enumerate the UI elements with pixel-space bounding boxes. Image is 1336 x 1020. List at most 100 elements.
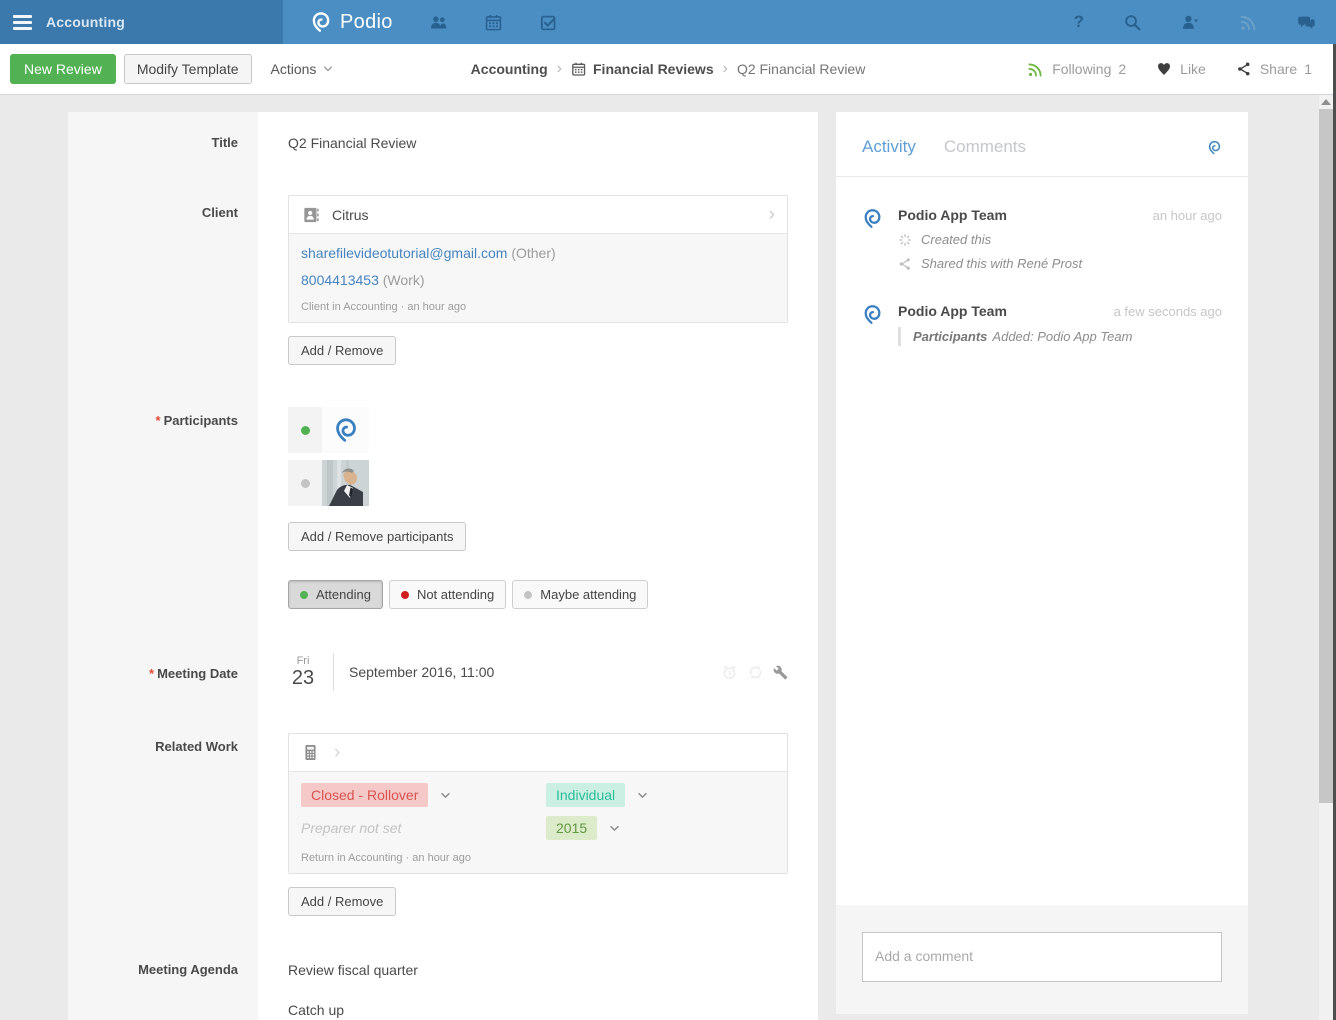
related-work-meta: Return in Accounting · an hour ago [301, 852, 775, 864]
contact-book-icon [301, 205, 321, 225]
app-calendar-icon [571, 61, 587, 77]
field-meeting-agenda: Meeting Agenda Review fiscal quarter Cat… [68, 954, 818, 1018]
participant-avatar-podio[interactable] [322, 407, 369, 453]
participants-add-remove-button[interactable]: Add / Remove participants [288, 522, 466, 551]
breadcrumb-separator: › [557, 60, 562, 78]
toolbar-social: Following 2 Like Share 1 [997, 61, 1312, 78]
agenda-line: Catch up [288, 994, 818, 1018]
hamburger-menu-icon[interactable] [13, 12, 32, 33]
participant-status-unknown [288, 460, 322, 506]
date-day: 23 [288, 667, 318, 689]
tasks-icon[interactable] [539, 13, 558, 32]
participant-row-person[interactable] [288, 460, 818, 506]
new-review-button[interactable]: New Review [10, 54, 116, 84]
breadcrumb-workspace[interactable]: Accounting [471, 61, 548, 77]
client-field-label: Client [68, 195, 258, 365]
chevron-down-icon[interactable] [608, 822, 621, 835]
workspace-header: Accounting [0, 0, 283, 44]
search-icon[interactable] [1123, 13, 1142, 32]
podio-home-link[interactable]: Podio [310, 11, 393, 34]
status-tag[interactable]: Closed - Rollover [301, 783, 428, 807]
change-description: Added: Podio App Team [992, 329, 1132, 344]
breadcrumb-app[interactable]: Financial Reviews [571, 61, 714, 77]
following-count: 2 [1118, 61, 1126, 77]
breadcrumb-separator: › [723, 60, 728, 78]
year-tag[interactable]: 2015 [546, 816, 597, 840]
breadcrumb-app-label: Financial Reviews [593, 61, 714, 77]
client-name: Citrus [332, 207, 369, 223]
contacts-icon[interactable] [429, 13, 448, 32]
share-count: 1 [1304, 61, 1312, 77]
help-icon[interactable]: ? [1074, 12, 1084, 32]
account-icon[interactable] [1181, 13, 1200, 32]
category-tag[interactable]: Individual [546, 783, 625, 807]
actions-menu[interactable]: Actions [271, 61, 335, 77]
filter-attending[interactable]: Attending [288, 580, 383, 609]
chevron-down-icon[interactable] [636, 789, 649, 802]
attending-dot-icon [301, 426, 310, 435]
related-work-field-label: Related Work [68, 733, 258, 916]
scrollbar-thumb[interactable] [1319, 109, 1333, 803]
participant-row-podio-app-team[interactable] [288, 407, 818, 453]
client-phone-type: (Work) [383, 272, 425, 288]
attendance-filters: Attending Not attending Maybe attending [288, 580, 818, 609]
date-weekday: Fri [288, 655, 318, 667]
meeting-date-widget: Fri 23 September 2016, 11:00 [288, 653, 788, 691]
podio-avatar-icon[interactable] [862, 208, 883, 229]
chevron-down-icon[interactable] [439, 789, 452, 802]
filter-maybe-attending[interactable]: Maybe attending [512, 580, 648, 609]
filter-not-attending[interactable]: Not attending [389, 580, 506, 609]
date-text: September 2016, 11:00 [349, 664, 494, 680]
activity-feed: Podio App Team an hour ago Created this … [836, 177, 1248, 905]
modify-template-button[interactable]: Modify Template [124, 54, 252, 84]
client-add-remove-button[interactable]: Add / Remove [288, 336, 396, 365]
podio-avatar-icon[interactable] [862, 304, 883, 325]
adjust-icon[interactable] [773, 665, 788, 680]
field-meeting-date: *Meeting Date Fri 23 September 2016, 11:… [68, 653, 818, 691]
client-phone-link[interactable]: 8004413453 [301, 272, 379, 288]
brand-name: Podio [340, 11, 393, 34]
share-icon [898, 257, 912, 271]
activity-panel-header: Activity Comments [836, 112, 1248, 177]
like-button[interactable]: Like [1156, 61, 1206, 77]
field-client: Client Citrus › sharefilevideotutorial@g… [68, 195, 818, 365]
calendar-icon[interactable] [484, 13, 503, 32]
filter-not-attending-label: Not attending [417, 587, 494, 602]
client-email-link[interactable]: sharefilevideotutorial@gmail.com [301, 245, 507, 261]
calculator-icon [301, 743, 320, 762]
client-card-header[interactable]: Citrus › [289, 196, 787, 233]
related-work-header[interactable]: › [289, 734, 787, 771]
participant-avatar-photo[interactable] [322, 460, 369, 506]
recurrence-icon[interactable] [747, 664, 764, 681]
scrollbar-up-arrow[interactable] [1321, 99, 1331, 105]
maybe-dot-icon [301, 479, 310, 488]
stream-icon[interactable] [1239, 13, 1258, 32]
podio-avatar-icon [333, 417, 359, 443]
related-work-add-remove-button[interactable]: Add / Remove [288, 887, 396, 916]
activity-author[interactable]: Podio App Team [898, 207, 1007, 223]
tab-comments[interactable]: Comments [944, 137, 1026, 157]
participant-status-attending [288, 407, 322, 453]
required-mark: * [149, 666, 154, 681]
activity-author[interactable]: Podio App Team [898, 303, 1007, 319]
reminder-icon[interactable] [721, 664, 738, 681]
activity-entry: Podio App Team a few seconds ago Partici… [862, 303, 1222, 346]
comment-input[interactable] [862, 932, 1222, 982]
chat-icon[interactable] [1297, 13, 1316, 32]
workspace-title[interactable]: Accounting [46, 14, 125, 30]
actions-label: Actions [271, 61, 317, 77]
field-title: Title Q2 Financial Review [68, 135, 818, 151]
following-button[interactable]: Following 2 [1027, 61, 1126, 78]
comment-section [836, 905, 1248, 1014]
tab-activity[interactable]: Activity [862, 137, 916, 157]
field-participants: *Participants [68, 407, 818, 609]
created-icon [898, 233, 912, 247]
share-button[interactable]: Share 1 [1236, 61, 1312, 77]
meeting-date-field-label: *Meeting Date [68, 653, 258, 691]
agenda-line: Review fiscal quarter [288, 954, 818, 978]
activity-field-change: ParticipantsAdded: Podio App Team [898, 327, 1222, 346]
maybe-attending-dot-icon [524, 591, 532, 599]
client-email-type: (Other) [511, 245, 555, 261]
field-related-work: Related Work › Closed - Rollover Individ… [68, 733, 818, 916]
item-detail-card: Title Q2 Financial Review Client Citrus … [68, 112, 818, 1020]
